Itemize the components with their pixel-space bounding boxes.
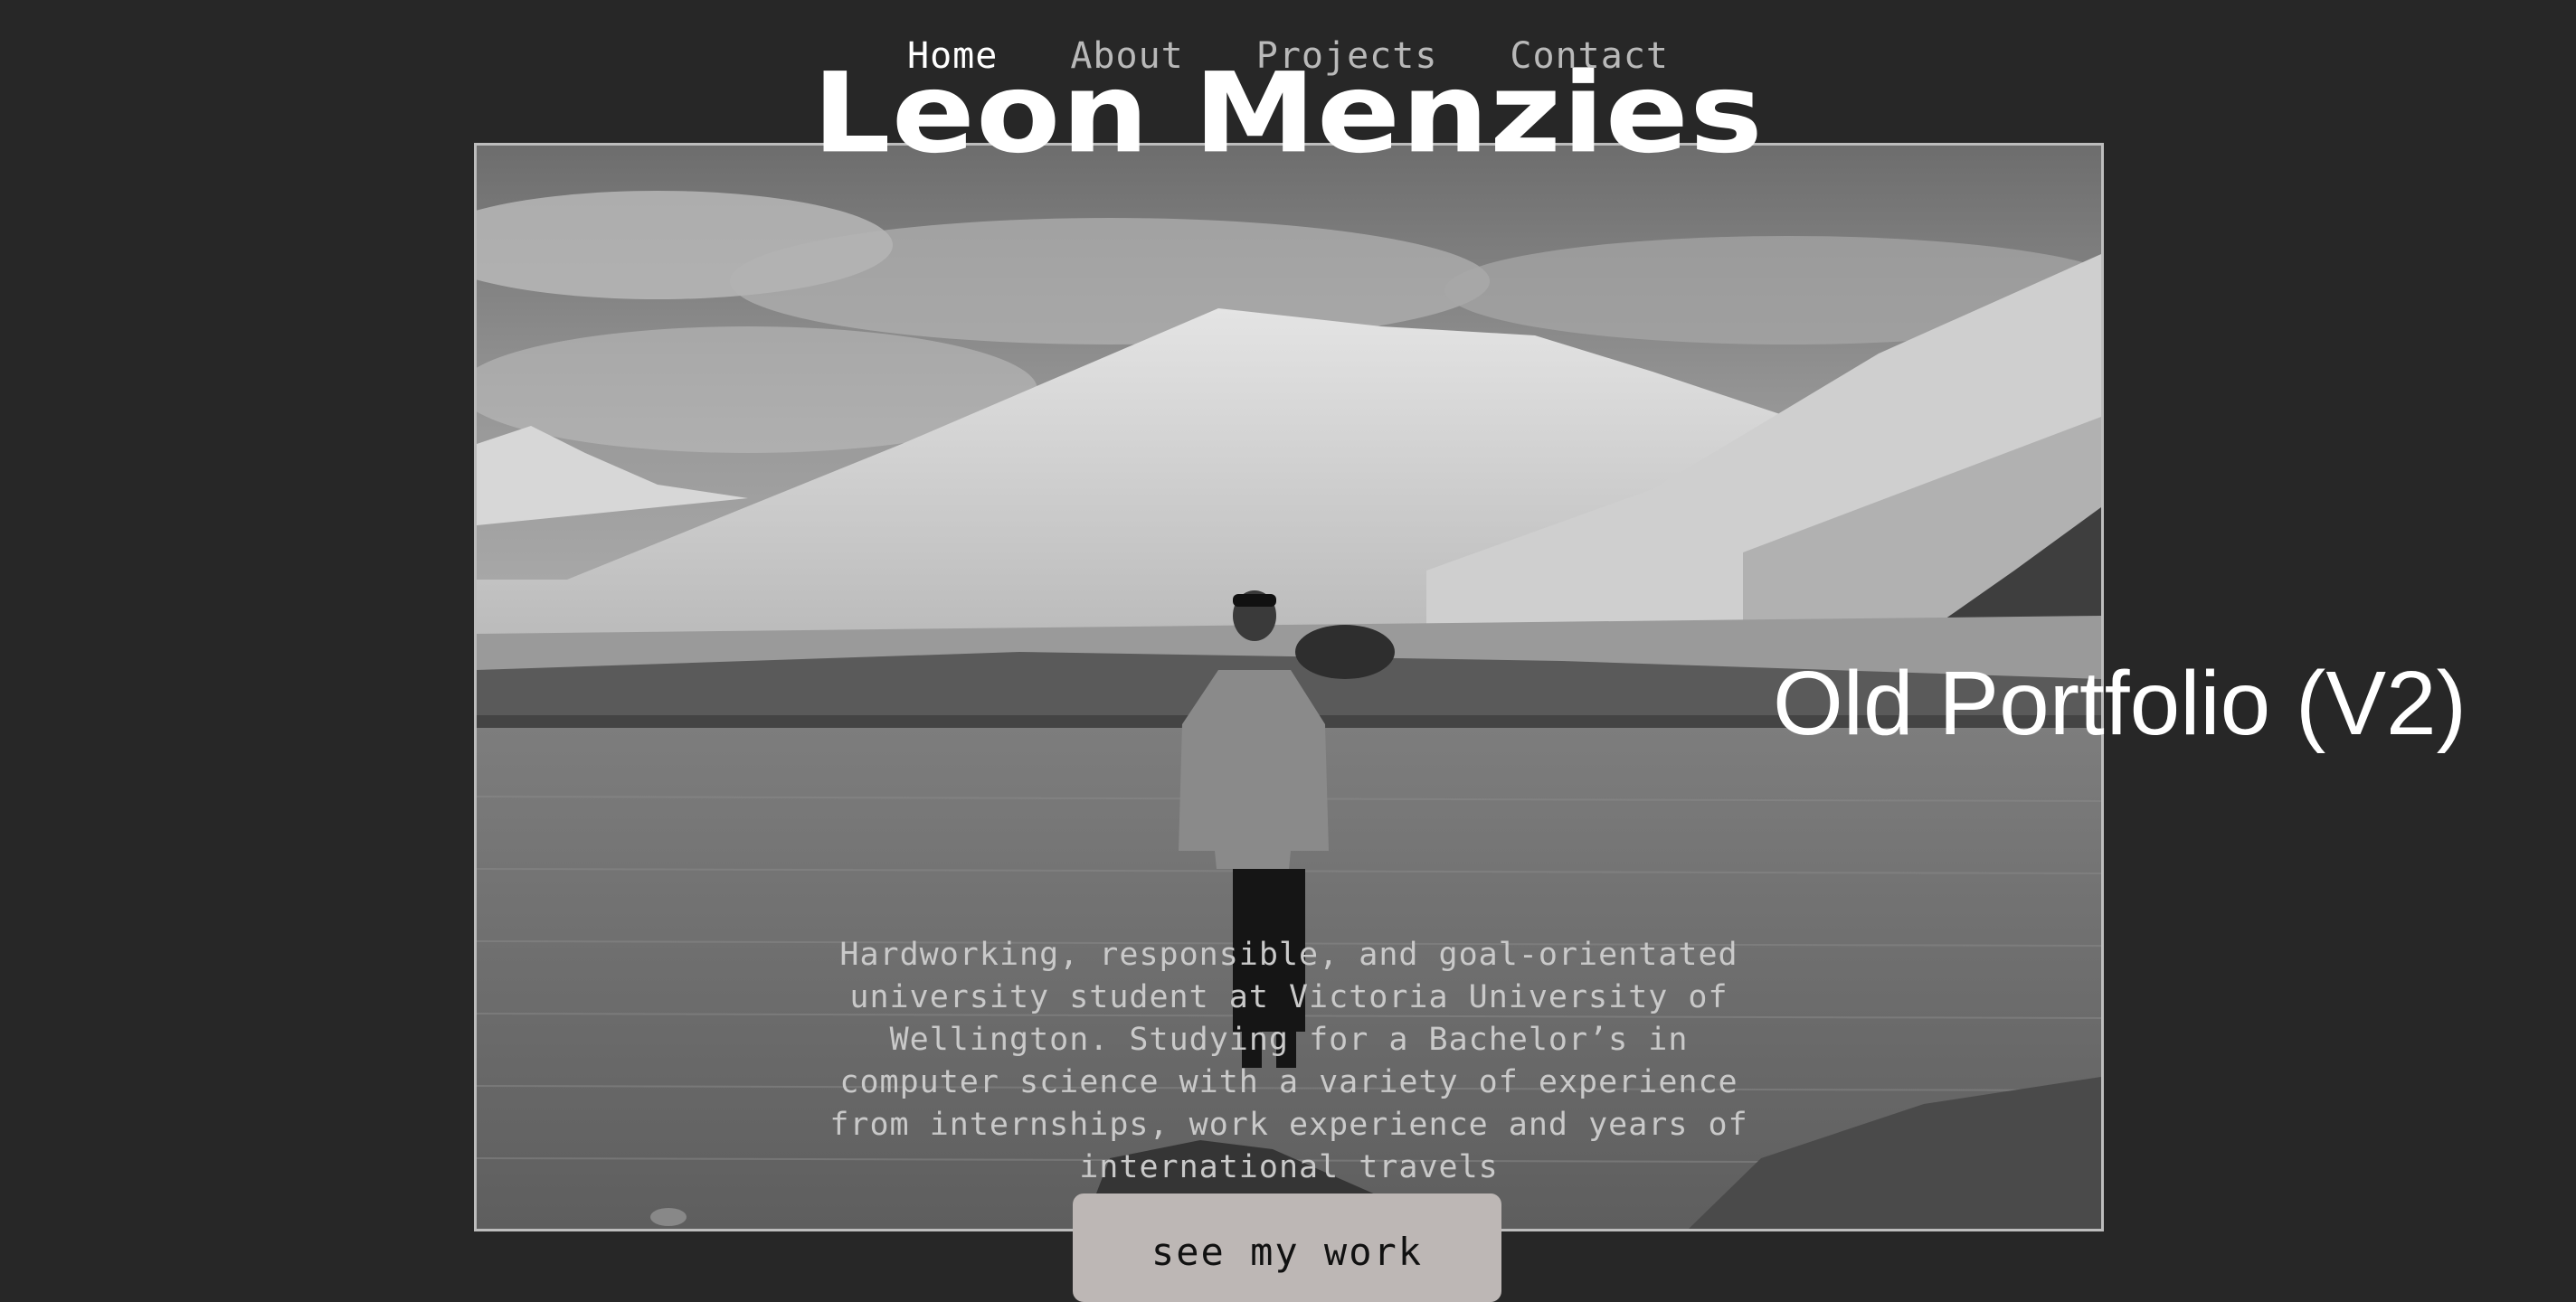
main-nav: Home About Projects Contact bbox=[0, 31, 2576, 81]
nav-home-link[interactable]: Home bbox=[907, 31, 998, 81]
nav-contact-link[interactable]: Contact bbox=[1510, 31, 1669, 81]
bio-text: Hardworking, responsible, and goal-orien… bbox=[829, 937, 1748, 1185]
old-portfolio-label: Old Portfolio (V2) bbox=[1773, 653, 2467, 754]
see-my-work-button[interactable]: see my work bbox=[1073, 1194, 1501, 1302]
nav-projects-link[interactable]: Projects bbox=[1256, 31, 1438, 81]
nav-about-link[interactable]: About bbox=[1070, 31, 1183, 81]
